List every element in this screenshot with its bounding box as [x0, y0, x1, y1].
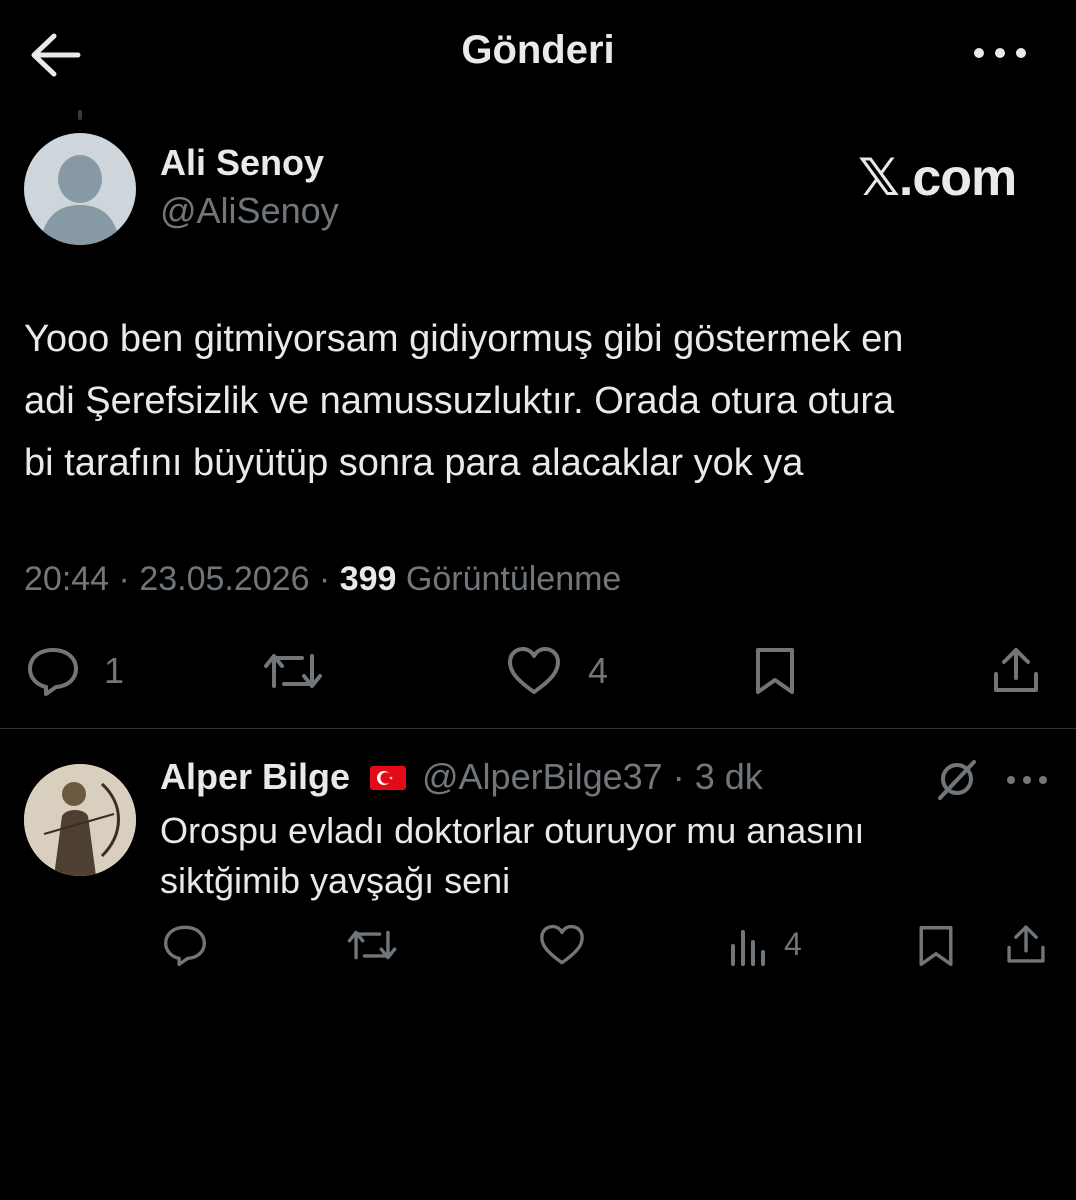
avatar[interactable] — [24, 133, 136, 245]
reply-time: 3 dk — [694, 756, 763, 797]
retweet-icon[interactable] — [346, 924, 398, 966]
reply-icon[interactable] — [162, 924, 208, 966]
thread-indicator — [78, 110, 82, 120]
like-icon[interactable] — [506, 646, 562, 696]
reply-text: Orospu evladı doktorlar oturuyor mu anas… — [160, 810, 865, 901]
tweet-time[interactable]: 20:44 — [24, 560, 109, 598]
page-title: Gönderi — [461, 28, 615, 72]
tweet-date[interactable]: 23.05.2026 — [139, 560, 309, 598]
x-logo-watermark: 𝕏.com — [858, 149, 1017, 207]
like-count: 4 — [588, 650, 609, 691]
tweet-text: Yooo ben gitmiyorsam gidiyormuş gibi gös… — [24, 318, 904, 484]
retweet-icon[interactable] — [262, 646, 324, 696]
reply-count: 1 — [104, 650, 125, 691]
turkey-flag-icon — [370, 766, 406, 790]
reply-icon[interactable] — [26, 646, 80, 696]
grok-icon[interactable] — [934, 756, 980, 802]
like-icon[interactable] — [538, 924, 586, 966]
views-count: 4 — [784, 926, 802, 962]
more-options-icon[interactable] — [970, 36, 1030, 70]
share-icon[interactable] — [1004, 922, 1048, 966]
author-handle[interactable]: @AliSenoy — [160, 190, 339, 232]
divider — [0, 728, 1076, 729]
reply-author-handle[interactable]: @AlperBilge37 · 3 dk — [422, 756, 763, 798]
views-icon[interactable] — [728, 926, 768, 966]
avatar[interactable] — [24, 764, 136, 876]
bookmark-icon[interactable] — [916, 924, 956, 968]
reply-author-name[interactable]: Alper Bilge — [160, 756, 350, 798]
views-label: Görüntülenme — [405, 560, 622, 598]
bookmark-icon[interactable] — [752, 646, 798, 696]
more-horizontal-icon[interactable] — [1004, 770, 1050, 790]
reply-handle-text: @AlperBilge37 — [422, 756, 663, 797]
tweet-meta: 20:44 · 23.05.2026 · 399 Görüntülenme — [24, 560, 622, 598]
author-name[interactable]: Ali Senoy — [160, 142, 324, 184]
views-count: 399 — [339, 560, 397, 598]
share-icon[interactable] — [990, 644, 1042, 696]
